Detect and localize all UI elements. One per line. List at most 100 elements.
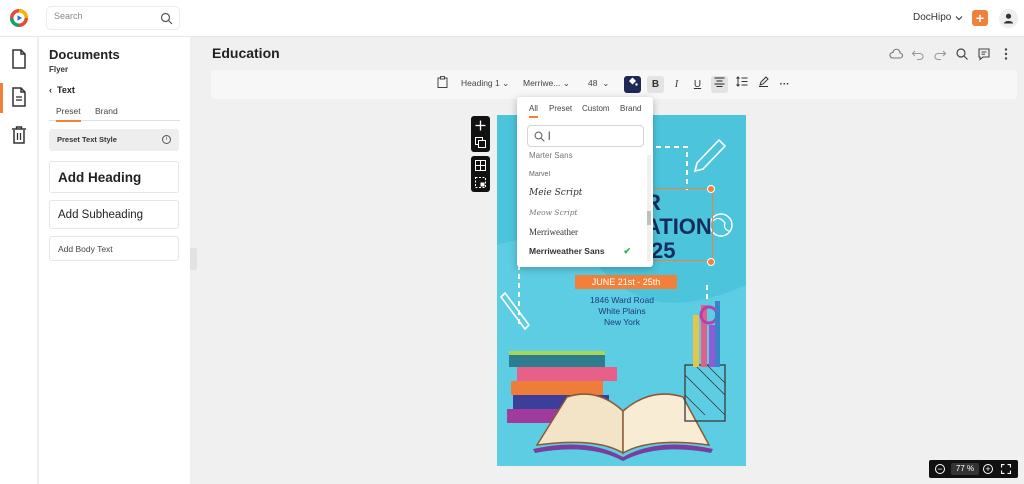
font-list-scrollbar[interactable]: [647, 155, 651, 261]
font-size-value: 48: [588, 78, 598, 88]
dochipo-logo-icon[interactable]: [9, 8, 29, 28]
rail-item-trash[interactable]: [0, 117, 38, 153]
font-search-box[interactable]: [527, 125, 644, 147]
paint-bucket-icon: [629, 77, 638, 86]
undo-icon[interactable]: [911, 47, 925, 61]
rail-item-documents[interactable]: [0, 41, 38, 77]
italic-button[interactable]: I: [668, 76, 685, 93]
search-icon: [534, 131, 545, 142]
more-vertical-icon[interactable]: [999, 47, 1013, 61]
select-area-icon[interactable]: [475, 177, 486, 188]
fullscreen-icon[interactable]: [1001, 464, 1011, 474]
add-body-text-label: Add Body Text: [58, 244, 113, 254]
rail-item-text[interactable]: [0, 79, 38, 115]
address-line-2[interactable]: White Plains: [557, 306, 687, 316]
text-toolbar: Heading 1 ⌄ Merriwe... ⌄ 48 ⌄ B I U ···: [211, 70, 1017, 99]
add-page-icon[interactable]: [475, 120, 486, 131]
panel-collapse-handle[interactable]: [190, 248, 197, 270]
font-tab-all[interactable]: All: [529, 104, 538, 118]
add-body-text-button[interactable]: Add Body Text: [49, 236, 179, 261]
search-input[interactable]: [54, 11, 154, 21]
panel-tabs: Preset Brand: [49, 105, 180, 122]
text-style-value: Heading 1: [461, 78, 500, 88]
redo-icon[interactable]: [933, 47, 947, 61]
font-family-dropdown: All Preset Custom Brand Marter Sans Marv…: [517, 97, 653, 267]
pen-icon: [759, 76, 769, 87]
font-item[interactable]: Meie Script: [529, 188, 641, 198]
search-icon[interactable]: [160, 12, 173, 25]
user-profile-button[interactable]: [999, 9, 1018, 28]
address-line-1[interactable]: 1846 Ward Road: [557, 295, 687, 305]
font-item[interactable]: Marvel: [529, 171, 641, 178]
font-size-select[interactable]: 48 ⌄: [588, 78, 609, 89]
font-item[interactable]: Meow Script: [529, 208, 641, 217]
address-line-3[interactable]: New York: [557, 317, 687, 327]
resize-handle-top-right[interactable]: [707, 185, 715, 193]
preset-text-style-label: Preset Text Style: [57, 135, 117, 144]
account-menu[interactable]: DocHipo: [913, 12, 963, 23]
back-label: Text: [57, 85, 75, 95]
highlight-button[interactable]: [755, 76, 772, 93]
trash-icon: [12, 126, 26, 144]
clipboard-icon[interactable]: [434, 76, 451, 93]
canvas-tools-group-2: [471, 156, 490, 192]
grid-icon[interactable]: [475, 160, 486, 171]
font-search-input[interactable]: [548, 130, 638, 140]
account-name: DocHipo: [913, 12, 952, 23]
zoom-control: − 77 % +: [929, 460, 1018, 478]
zoom-out-button[interactable]: −: [935, 464, 945, 474]
font-family-select[interactable]: Merriwe... ⌄: [523, 78, 570, 89]
top-bar: DocHipo +: [0, 0, 1024, 37]
add-subheading-label: Add Subheading: [58, 209, 144, 221]
comment-icon[interactable]: [977, 47, 991, 61]
user-icon: [1004, 13, 1013, 24]
tab-brand[interactable]: Brand: [95, 106, 118, 116]
line-spacing-button[interactable]: [733, 76, 750, 93]
chevron-left-icon: ‹: [49, 85, 57, 95]
checkmark-icon: ✔: [623, 246, 631, 256]
create-button[interactable]: +: [972, 10, 988, 26]
zoom-in-button[interactable]: +: [983, 464, 993, 474]
add-subheading-button[interactable]: Add Subheading: [49, 200, 179, 229]
font-item[interactable]: Marter Sans: [529, 151, 641, 158]
font-tab-brand[interactable]: Brand: [620, 104, 641, 113]
chevron-down-icon: ⌄: [562, 78, 570, 88]
bold-button[interactable]: B: [647, 76, 664, 93]
info-icon[interactable]: i: [162, 135, 171, 144]
more-options-button[interactable]: ···: [776, 76, 793, 93]
panel-subtitle: Flyer: [49, 65, 69, 74]
side-panel: Documents Flyer ‹ Text Preset Brand Pres…: [39, 37, 190, 484]
font-dropdown-tabs: All Preset Custom Brand: [523, 104, 647, 118]
canvas-tools-group-1: [471, 116, 490, 152]
text-color-button[interactable]: [624, 76, 641, 93]
font-item[interactable]: Merriweather: [529, 227, 641, 237]
document-lines-icon: [12, 87, 26, 107]
tab-preset[interactable]: Preset: [56, 106, 81, 122]
text-style-select[interactable]: Heading 1 ⌄: [461, 78, 509, 89]
panel-title: Documents: [49, 47, 120, 62]
font-item-selected[interactable]: Merriweather Sans ✔: [529, 246, 641, 256]
search-box[interactable]: [46, 6, 180, 30]
chevron-down-icon: [955, 15, 963, 20]
align-center-icon: [714, 77, 725, 88]
date-badge[interactable]: JUNE 21st - 25th: [575, 275, 677, 289]
scrollbar-thumb[interactable]: [647, 211, 651, 225]
font-tab-custom[interactable]: Custom: [582, 104, 610, 113]
cloud-save-icon[interactable]: [889, 47, 904, 61]
underline-button[interactable]: U: [689, 76, 706, 93]
header-actions: [889, 47, 1013, 61]
font-item-label: Merriweather Sans: [529, 246, 605, 256]
line-spacing-icon: [735, 76, 747, 87]
duplicate-icon[interactable]: [475, 137, 486, 148]
preset-text-style-bar: Preset Text Style i: [49, 129, 179, 151]
add-heading-button[interactable]: Add Heading: [49, 161, 179, 193]
resize-handle-bottom-right[interactable]: [707, 258, 715, 266]
zoom-level[interactable]: 77 %: [951, 463, 979, 475]
document-icon: [12, 49, 26, 69]
align-center-button[interactable]: [711, 76, 728, 93]
left-rail: [0, 37, 38, 484]
search-icon[interactable]: [955, 47, 969, 61]
document-title[interactable]: Education: [212, 45, 280, 61]
back-button[interactable]: ‹ Text: [49, 85, 75, 95]
font-tab-preset[interactable]: Preset: [549, 104, 572, 113]
